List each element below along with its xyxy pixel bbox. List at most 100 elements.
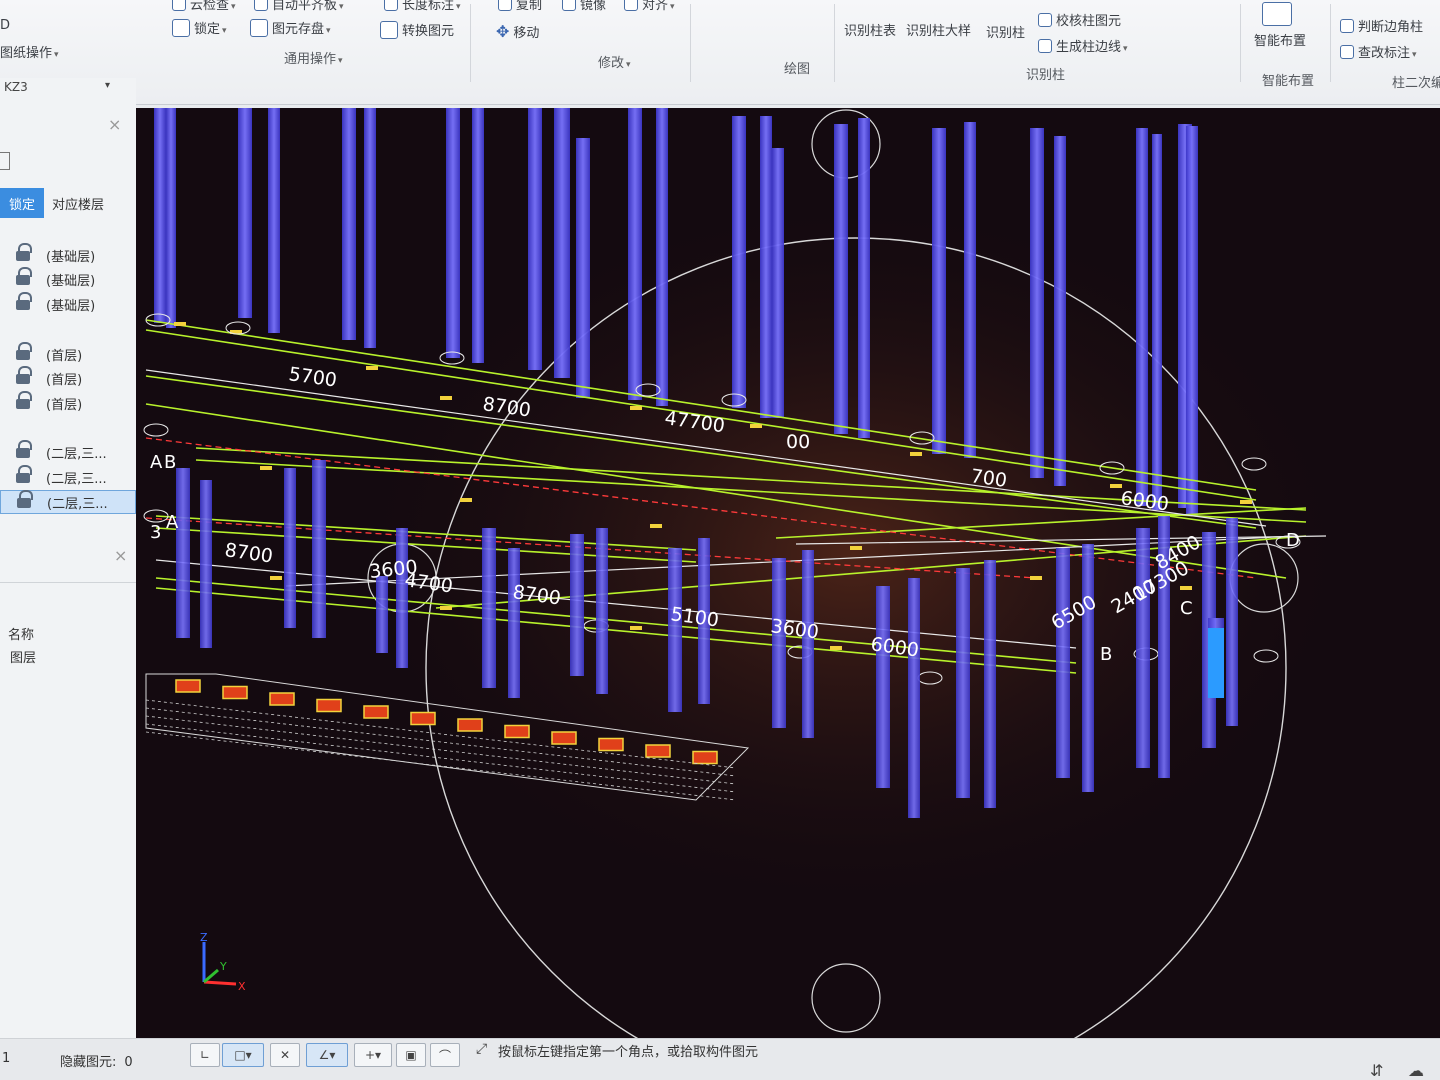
column-short[interactable] (312, 460, 326, 638)
identify-column-table-button[interactable]: 识别柱表 (844, 20, 896, 39)
align-button[interactable]: 对齐 (624, 0, 675, 13)
column-short[interactable] (176, 468, 190, 638)
floor-row[interactable]: (基础层) (0, 243, 136, 267)
column-tall[interactable] (834, 124, 848, 434)
lock-icon[interactable] (16, 292, 32, 311)
column-short[interactable] (802, 550, 814, 738)
convert-element-button[interactable]: 转换图元 (380, 20, 454, 39)
node-marker[interactable] (650, 524, 662, 528)
column-tall[interactable] (656, 108, 668, 406)
column-short[interactable] (1056, 548, 1070, 778)
identify-column-button[interactable]: 识别柱 (986, 22, 1025, 41)
table-cell-marker[interactable] (551, 731, 577, 745)
table-cell-marker[interactable] (504, 724, 530, 739)
column-short[interactable] (956, 568, 970, 798)
column-short[interactable] (876, 586, 890, 788)
table-cell-marker[interactable] (175, 679, 201, 693)
column-tall[interactable] (364, 108, 376, 348)
node-marker[interactable] (750, 424, 762, 428)
tab-floor[interactable]: 对应楼层 (44, 188, 104, 218)
node-marker[interactable] (630, 626, 642, 630)
axis-letter[interactable]: 3 (150, 522, 161, 543)
column-tall[interactable] (268, 108, 280, 333)
node-marker[interactable] (260, 466, 272, 470)
column-tall[interactable] (964, 122, 976, 458)
floor-row[interactable]: (首层) (0, 391, 136, 415)
auto-align-slab-button[interactable]: 自动平齐板 (254, 0, 344, 13)
lock-icon[interactable] (16, 440, 32, 459)
table-cell-marker[interactable] (645, 744, 671, 758)
column-tall[interactable] (732, 116, 746, 408)
node-marker[interactable] (830, 646, 842, 650)
query-label-button[interactable]: 查改标注 (1340, 42, 1417, 61)
column-tall[interactable] (932, 128, 946, 454)
table-cell-marker[interactable] (457, 718, 483, 732)
column-short[interactable] (668, 548, 682, 712)
settings-icon[interactable]: ⇵ (1370, 1061, 1383, 1080)
floor-row[interactable]: (二层,三... (0, 465, 136, 489)
node-marker[interactable] (910, 452, 922, 456)
column-short[interactable] (772, 558, 786, 728)
column-tall[interactable] (772, 148, 784, 418)
column-tall[interactable] (1054, 136, 1066, 486)
table-cell-marker[interactable] (316, 698, 342, 713)
snap-box-toggle[interactable]: □▾ (222, 1043, 264, 1067)
cross-toggle[interactable]: ✕ (270, 1043, 300, 1067)
column-short[interactable] (984, 560, 996, 808)
node-marker[interactable] (850, 546, 862, 550)
column-short[interactable] (482, 528, 496, 688)
floor-row[interactable]: (二层,三... (0, 440, 136, 464)
smart-layout-button[interactable]: 智能布置 (1254, 30, 1306, 49)
column-short[interactable] (596, 528, 608, 694)
table-cell-marker[interactable] (598, 737, 624, 752)
column-tall[interactable] (238, 108, 252, 318)
floor-row[interactable]: (首层) (0, 342, 136, 366)
axis-letter[interactable]: B (1100, 644, 1112, 665)
display-toggle[interactable]: ▣ (396, 1043, 426, 1067)
column-selected[interactable] (1208, 628, 1224, 698)
cloud-check-button[interactable]: 云检查 (172, 0, 236, 13)
axis-letter[interactable]: A (166, 512, 179, 533)
lock-icon[interactable] (16, 342, 32, 361)
column-short[interactable] (1136, 528, 1150, 768)
cloud-icon[interactable]: ☁ (1408, 1061, 1424, 1080)
dimension-label[interactable]: 00 (786, 431, 810, 453)
lock-icon[interactable] (16, 366, 32, 385)
node-marker[interactable] (174, 322, 186, 326)
node-marker[interactable] (440, 396, 452, 400)
column-tall[interactable] (342, 108, 356, 340)
column-tall[interactable] (760, 116, 772, 418)
floor-row[interactable]: (基础层) (0, 292, 136, 316)
column-tall[interactable] (154, 108, 166, 323)
node-marker[interactable] (1110, 484, 1122, 488)
column-tall[interactable] (472, 108, 484, 363)
axis-letter[interactable]: A (150, 452, 163, 473)
column-short[interactable] (396, 528, 408, 668)
node-marker[interactable] (1030, 576, 1042, 580)
column-tall[interactable] (446, 108, 460, 358)
table-cell-marker[interactable] (363, 705, 389, 719)
node-marker[interactable] (460, 498, 472, 502)
column-short[interactable] (1226, 518, 1238, 726)
column-tall[interactable] (628, 108, 642, 400)
length-dimension-button[interactable]: 长度标注 (384, 0, 461, 13)
floor-row[interactable]: (首层) (0, 366, 136, 390)
close-icon[interactable]: × (114, 546, 127, 565)
verify-column-button[interactable]: 校核柱图元 (1038, 10, 1121, 29)
floor-row-selected[interactable]: (二层,三... (0, 490, 136, 514)
identify-column-detail-button[interactable]: 识别柱大样 (906, 20, 971, 39)
node-marker[interactable] (1240, 500, 1252, 504)
table-cell-marker[interactable] (222, 685, 248, 700)
column-model-scene[interactable]: 57008700 47700007006000870036004700 870051… (136, 108, 1440, 1038)
floor-row[interactable]: (基础层) (0, 267, 136, 291)
arc-toggle[interactable]: ⌒ (430, 1043, 460, 1067)
copy-button[interactable]: 复制 (498, 0, 542, 13)
lock-button[interactable]: 锁定 (172, 18, 227, 37)
3d-viewport[interactable]: 5700 8700 47700 00 700 6000 8700 3600 4700 8700 51… (136, 108, 1440, 1038)
node-marker[interactable] (366, 366, 378, 370)
judge-edge-column-button[interactable]: 判断边角柱 (1340, 16, 1423, 35)
node-marker[interactable] (270, 576, 282, 580)
column-short[interactable] (508, 548, 520, 698)
lock-icon[interactable] (16, 243, 32, 262)
column-short[interactable] (1082, 544, 1094, 792)
